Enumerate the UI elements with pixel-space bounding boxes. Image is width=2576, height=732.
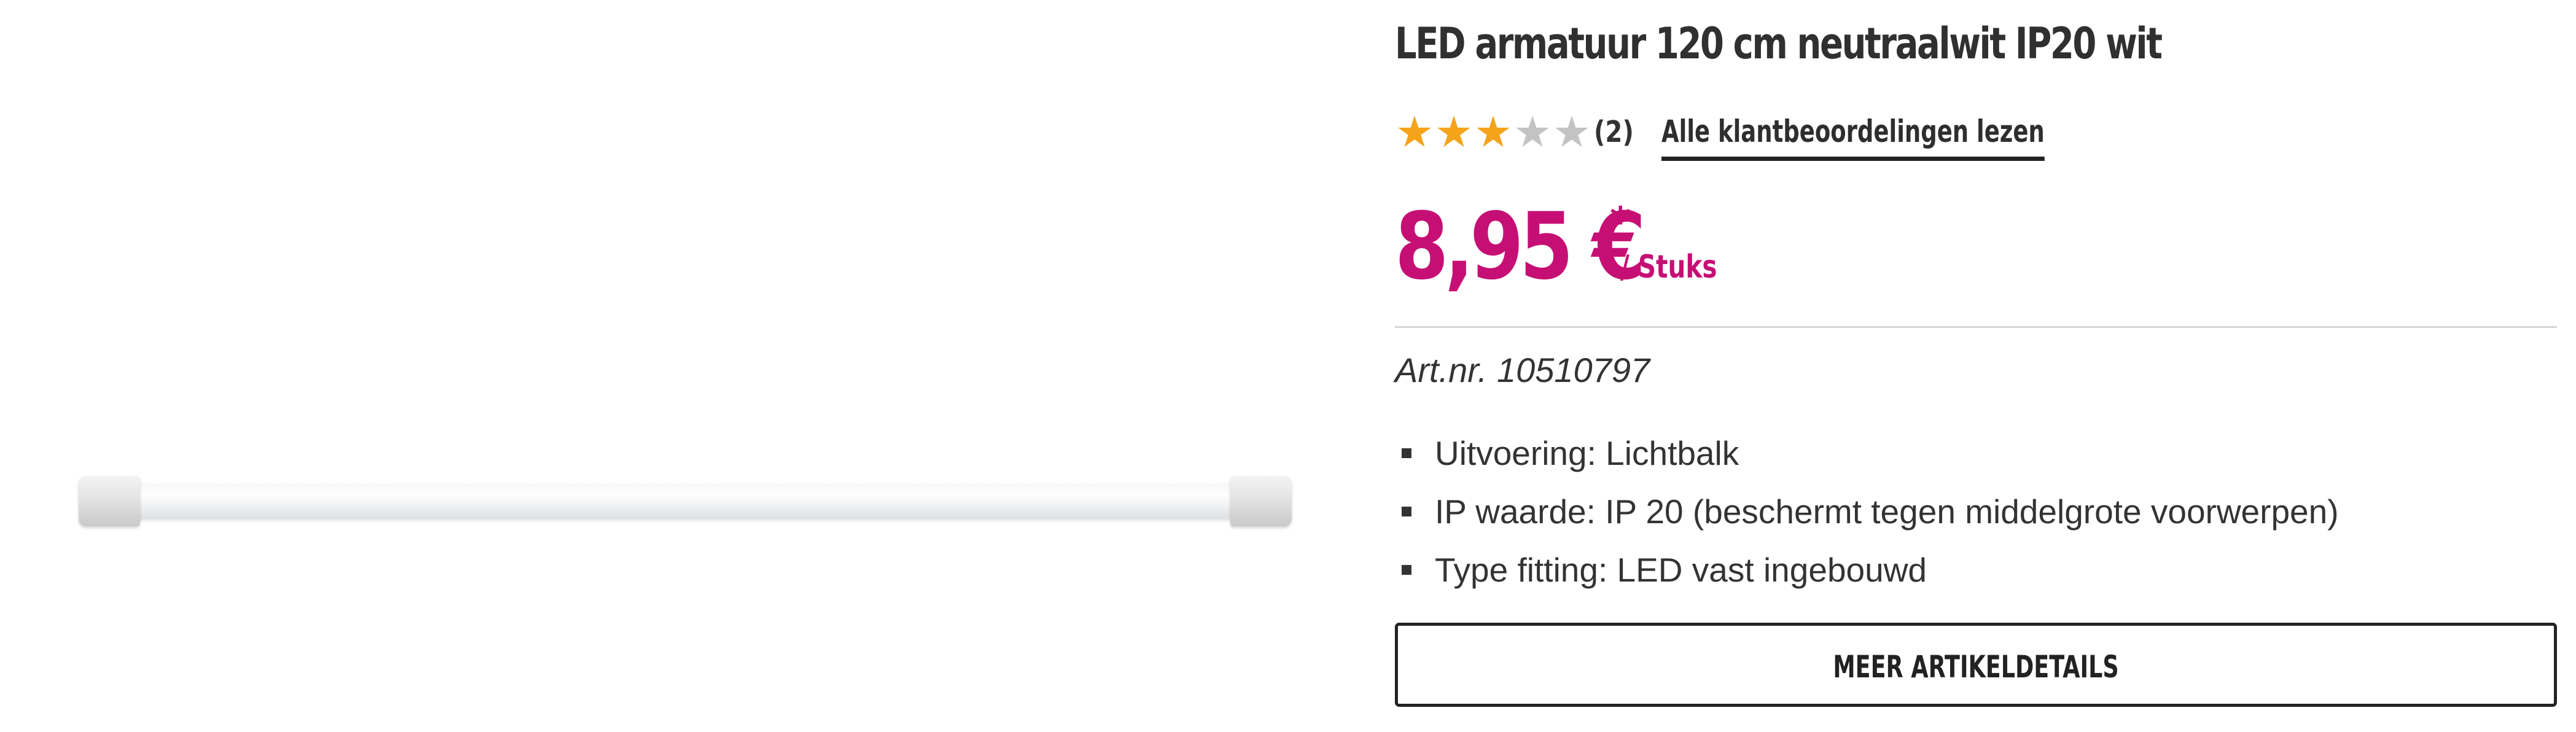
product-price: 8,95 €: [1395, 193, 1646, 300]
product-image-panel: [0, 0, 1351, 732]
product-image[interactable]: [79, 476, 1292, 528]
right-end-cap: [1230, 476, 1292, 526]
star-icon: ★: [1513, 107, 1552, 157]
read-all-reviews-link[interactable]: Alle klantbeoordelingen lezen: [1661, 112, 2045, 161]
product-title: LED armatuur 120 cm neutraalwit IP20 wit: [1395, 18, 2163, 69]
led-light-tube: [123, 483, 1247, 519]
article-number: Art.nr. 10510797: [1395, 351, 1650, 389]
review-count: (2): [1594, 115, 1634, 149]
star-rating: ★ ★ ★ ★ ★: [1395, 107, 1591, 157]
star-icon: ★: [1434, 107, 1473, 157]
feature-item: Uitvoering: Lichtbalk: [1395, 424, 2339, 482]
feature-list: Uitvoering: Lichtbalk IP waarde: IP 20 (…: [1395, 424, 2339, 599]
star-icon: ★: [1473, 107, 1513, 157]
price-unit: / Stuks: [1620, 249, 1717, 286]
product-info: LED armatuur 120 cm neutraalwit IP20 wit…: [1395, 0, 2557, 732]
star-icon: ★: [1552, 107, 1591, 157]
feature-text: Uitvoering: Lichtbalk: [1435, 434, 1739, 472]
feature-text: Type fitting: LED vast ingebouwd: [1435, 550, 1927, 589]
square-bullet-icon: [1402, 506, 1411, 516]
feature-item: IP waarde: IP 20 (beschermt tegen middel…: [1395, 482, 2339, 540]
square-bullet-icon: [1402, 448, 1411, 458]
feature-text: IP waarde: IP 20 (beschermt tegen middel…: [1435, 492, 2339, 531]
left-end-cap: [79, 476, 140, 526]
more-article-details-label: MEER ARTIKELDETAILS: [1833, 649, 2119, 685]
feature-item: Type fitting: LED vast ingebouwd: [1395, 540, 2339, 599]
price-footnote-marker: *: [1610, 198, 1631, 246]
star-icon: ★: [1395, 107, 1434, 157]
section-divider: [1395, 326, 2557, 328]
product-rating: ★ ★ ★ ★ ★ (2) Alle klantbeoordelingen lezen: [1395, 107, 2045, 161]
square-bullet-icon: [1402, 564, 1411, 575]
more-article-details-button[interactable]: MEER ARTIKELDETAILS: [1395, 623, 2557, 707]
